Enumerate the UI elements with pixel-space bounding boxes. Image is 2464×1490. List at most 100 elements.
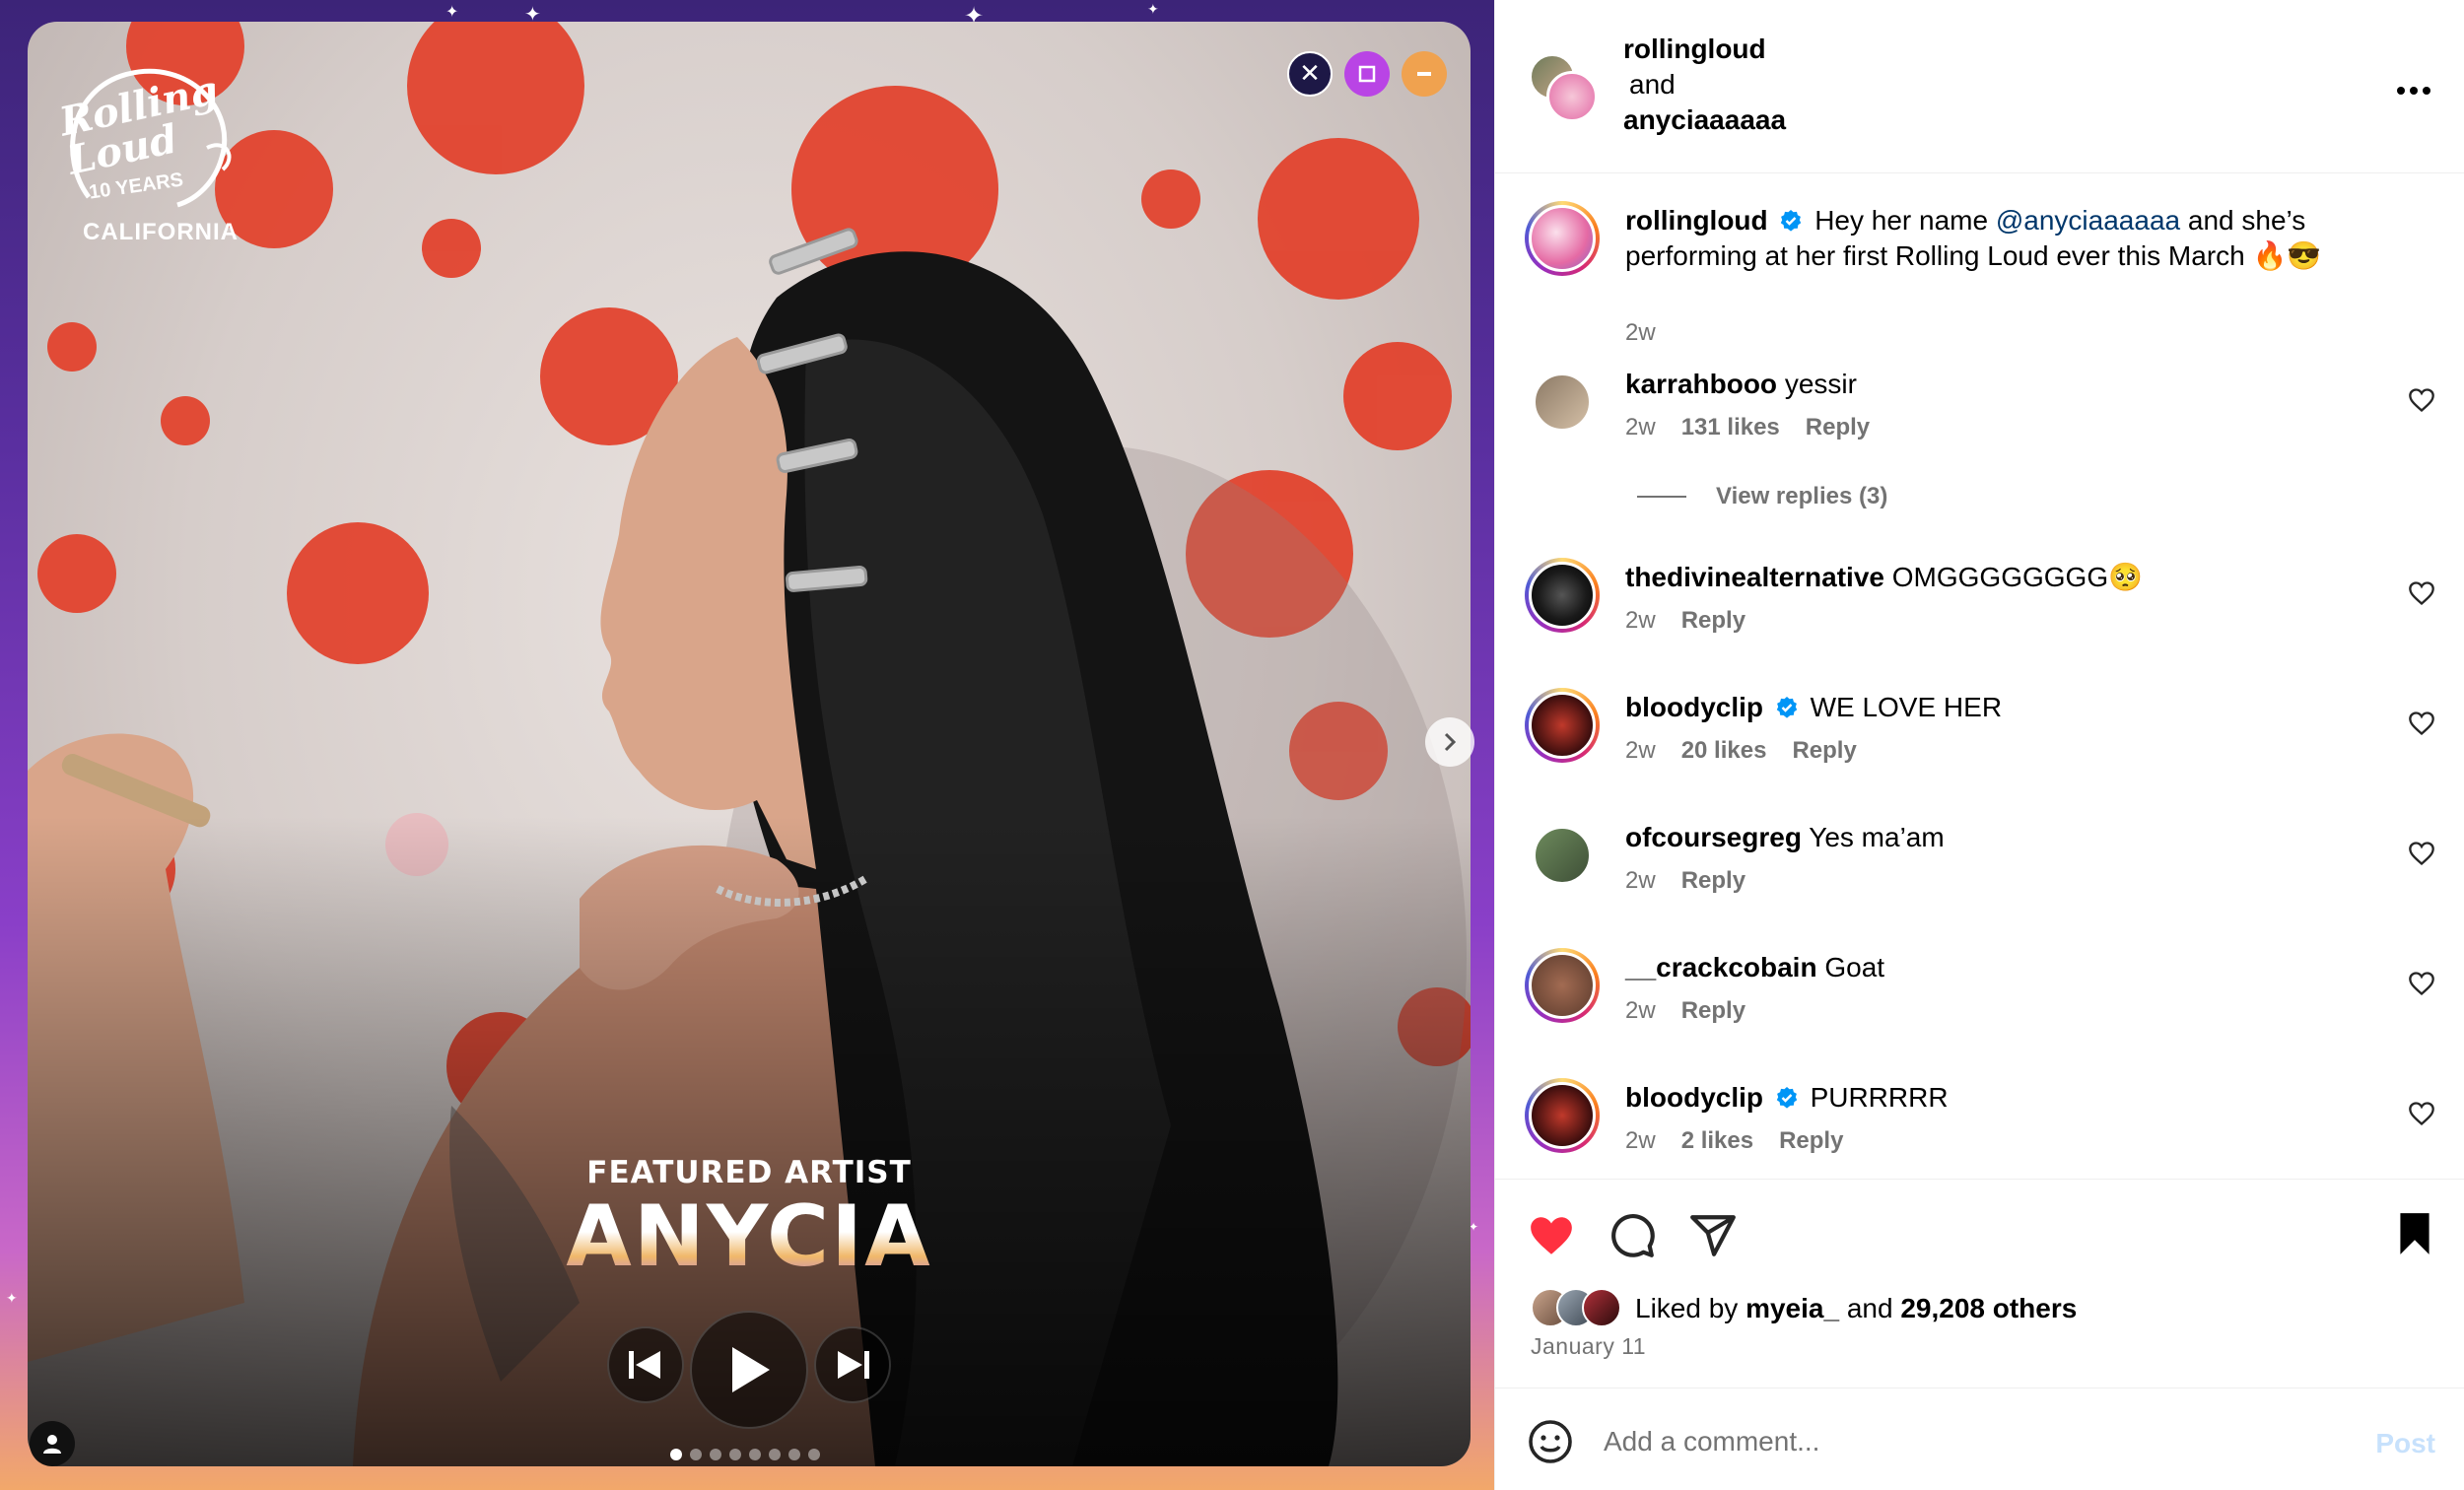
like-button[interactable] bbox=[1527, 1211, 1576, 1260]
skip-forward-icon bbox=[838, 1351, 869, 1379]
comment-input[interactable] bbox=[1604, 1414, 2293, 1469]
carousel-indicator bbox=[670, 1449, 820, 1460]
likes-summary[interactable]: Liked by myeia_ and 29,208 others bbox=[1531, 1288, 2077, 1329]
maximize-icon[interactable] bbox=[1344, 51, 1390, 97]
heart-filled-icon bbox=[1531, 1217, 1572, 1254]
comment-username[interactable]: bloodyclip bbox=[1625, 692, 1763, 722]
author-username[interactable]: rollingloud bbox=[1623, 32, 1786, 67]
sparkle-decoration: ✦ bbox=[445, 2, 459, 21]
bookmark-filled-icon bbox=[2400, 1213, 2430, 1254]
reply-button[interactable]: Reply bbox=[1681, 867, 1745, 895]
emoji-picker-button[interactable] bbox=[1527, 1418, 1574, 1465]
heart-outline-icon[interactable] bbox=[2408, 710, 2435, 737]
comment-row: ofcoursegreg Yes ma’am 2w Reply bbox=[1495, 818, 2464, 926]
timestamp[interactable]: 2w bbox=[1625, 737, 1656, 765]
reply-button[interactable]: Reply bbox=[1681, 997, 1745, 1025]
heart-outline-icon[interactable] bbox=[2408, 386, 2435, 414]
comment-username[interactable]: __crackcobain bbox=[1625, 952, 1817, 982]
next-track-button[interactable] bbox=[814, 1326, 891, 1403]
divider-line bbox=[1637, 496, 1686, 498]
avatar[interactable] bbox=[1525, 201, 1600, 276]
collab-avatars[interactable] bbox=[1529, 53, 1598, 122]
author-username[interactable]: anyciaaaaaa bbox=[1623, 102, 1786, 138]
comment-button[interactable] bbox=[1608, 1211, 1657, 1260]
add-comment-bar: Post bbox=[1495, 1388, 2464, 1490]
comment-text: OMGGGGGGGG🥺 bbox=[1891, 562, 2143, 592]
post-header: rollingloud and anyciaaaaaa bbox=[1495, 0, 2464, 173]
action-icons bbox=[1527, 1211, 1738, 1260]
collab-authors: rollingloud and anyciaaaaaa bbox=[1623, 32, 1786, 138]
caption-username[interactable]: rollingloud bbox=[1625, 205, 1768, 236]
avatar[interactable] bbox=[1525, 688, 1600, 763]
heart-outline-icon[interactable] bbox=[2408, 579, 2435, 607]
previous-track-button[interactable] bbox=[607, 1326, 684, 1403]
post-comment-button[interactable]: Post bbox=[2375, 1428, 2435, 1459]
timestamp[interactable]: 2w bbox=[1625, 319, 1656, 347]
share-button[interactable] bbox=[1688, 1211, 1738, 1260]
reply-button[interactable]: Reply bbox=[1792, 737, 1856, 765]
sparkle-decoration: ✦ bbox=[6, 1291, 18, 1307]
comment-text: PURRRRR bbox=[1810, 1082, 1949, 1113]
carousel-dot bbox=[729, 1449, 741, 1460]
comments-list: rollingloud Hey her name @anyciaaaaaa an… bbox=[1495, 173, 2464, 1179]
user-icon bbox=[43, 1435, 61, 1454]
timestamp[interactable]: 2w bbox=[1625, 607, 1656, 635]
carousel-next-button[interactable] bbox=[1425, 717, 1474, 767]
comment-meta: 2w 2 likes Reply bbox=[1625, 1127, 1843, 1155]
comment-username[interactable]: karrahbooo bbox=[1625, 369, 1777, 399]
avatar[interactable] bbox=[1525, 948, 1600, 1023]
comment-username[interactable]: ofcoursegreg bbox=[1625, 822, 1802, 852]
timestamp[interactable]: 2w bbox=[1625, 414, 1656, 441]
post-details-panel: rollingloud and anyciaaaaaa rollingloud … bbox=[1494, 0, 2464, 1490]
avatar[interactable] bbox=[1525, 818, 1600, 893]
featured-artist-label: FEATURED ARTIST bbox=[586, 1155, 912, 1190]
caption-mention[interactable]: @anyciaaaaaa bbox=[1996, 205, 2180, 236]
post-date[interactable]: January 11 bbox=[1531, 1333, 1646, 1360]
comment-meta: 2w 131 likes Reply bbox=[1625, 414, 1870, 441]
avatar[interactable] bbox=[1525, 365, 1600, 440]
comment-username[interactable]: thedivinealternative bbox=[1625, 562, 1884, 592]
avatar bbox=[1546, 71, 1598, 122]
tagged-users-button[interactable] bbox=[30, 1421, 75, 1466]
view-replies-button[interactable]: View replies (3) bbox=[1637, 483, 1887, 510]
timestamp[interactable]: 2w bbox=[1625, 997, 1656, 1025]
close-icon[interactable]: ✕ bbox=[1287, 51, 1333, 97]
avatar[interactable] bbox=[1525, 1078, 1600, 1153]
reply-button[interactable]: Reply bbox=[1806, 414, 1870, 441]
carousel-dot bbox=[788, 1449, 800, 1460]
audio-player-controls bbox=[607, 1311, 903, 1429]
window-controls: ✕ bbox=[1287, 51, 1447, 97]
heart-outline-icon[interactable] bbox=[2408, 1100, 2435, 1127]
comment-meta: 2w 20 likes Reply bbox=[1625, 737, 1857, 765]
verified-badge-icon bbox=[1781, 210, 1802, 232]
more-horizontal-icon bbox=[2397, 87, 2430, 95]
carousel-dot bbox=[670, 1449, 682, 1460]
comment-likes[interactable]: 2 likes bbox=[1681, 1127, 1753, 1155]
liked-by-others[interactable]: 29,208 others bbox=[1900, 1293, 2077, 1324]
comment-likes[interactable]: 20 likes bbox=[1681, 737, 1767, 765]
play-icon bbox=[732, 1347, 770, 1392]
heart-outline-icon[interactable] bbox=[2408, 970, 2435, 997]
timestamp[interactable]: 2w bbox=[1625, 1127, 1656, 1155]
chevron-right-icon bbox=[1444, 732, 1457, 752]
reply-button[interactable]: Reply bbox=[1681, 607, 1745, 635]
send-icon bbox=[1690, 1215, 1736, 1256]
liked-by-user[interactable]: myeia_ bbox=[1745, 1293, 1839, 1324]
comment-username[interactable]: bloodyclip bbox=[1625, 1082, 1763, 1113]
comment-row: karrahbooo yessir 2w 131 likes Reply Vie… bbox=[1495, 365, 2464, 532]
reply-button[interactable]: Reply bbox=[1779, 1127, 1843, 1155]
caption-meta: 2w bbox=[1625, 319, 1656, 347]
save-button[interactable] bbox=[2390, 1209, 2439, 1258]
skip-back-icon bbox=[629, 1351, 660, 1379]
comment-likes[interactable]: 131 likes bbox=[1681, 414, 1780, 441]
more-options-button[interactable] bbox=[2396, 65, 2431, 104]
carousel-dot bbox=[808, 1449, 820, 1460]
comment-meta: 2w Reply bbox=[1625, 607, 1745, 635]
comment-row: bloodyclip WE LOVE HER 2w 20 likes Reply bbox=[1495, 688, 2464, 796]
minimize-icon[interactable] bbox=[1402, 51, 1447, 97]
play-button[interactable] bbox=[690, 1311, 808, 1429]
avatar[interactable] bbox=[1525, 558, 1600, 633]
comment-text: yessir bbox=[1784, 369, 1857, 399]
heart-outline-icon[interactable] bbox=[2408, 840, 2435, 867]
timestamp[interactable]: 2w bbox=[1625, 867, 1656, 895]
